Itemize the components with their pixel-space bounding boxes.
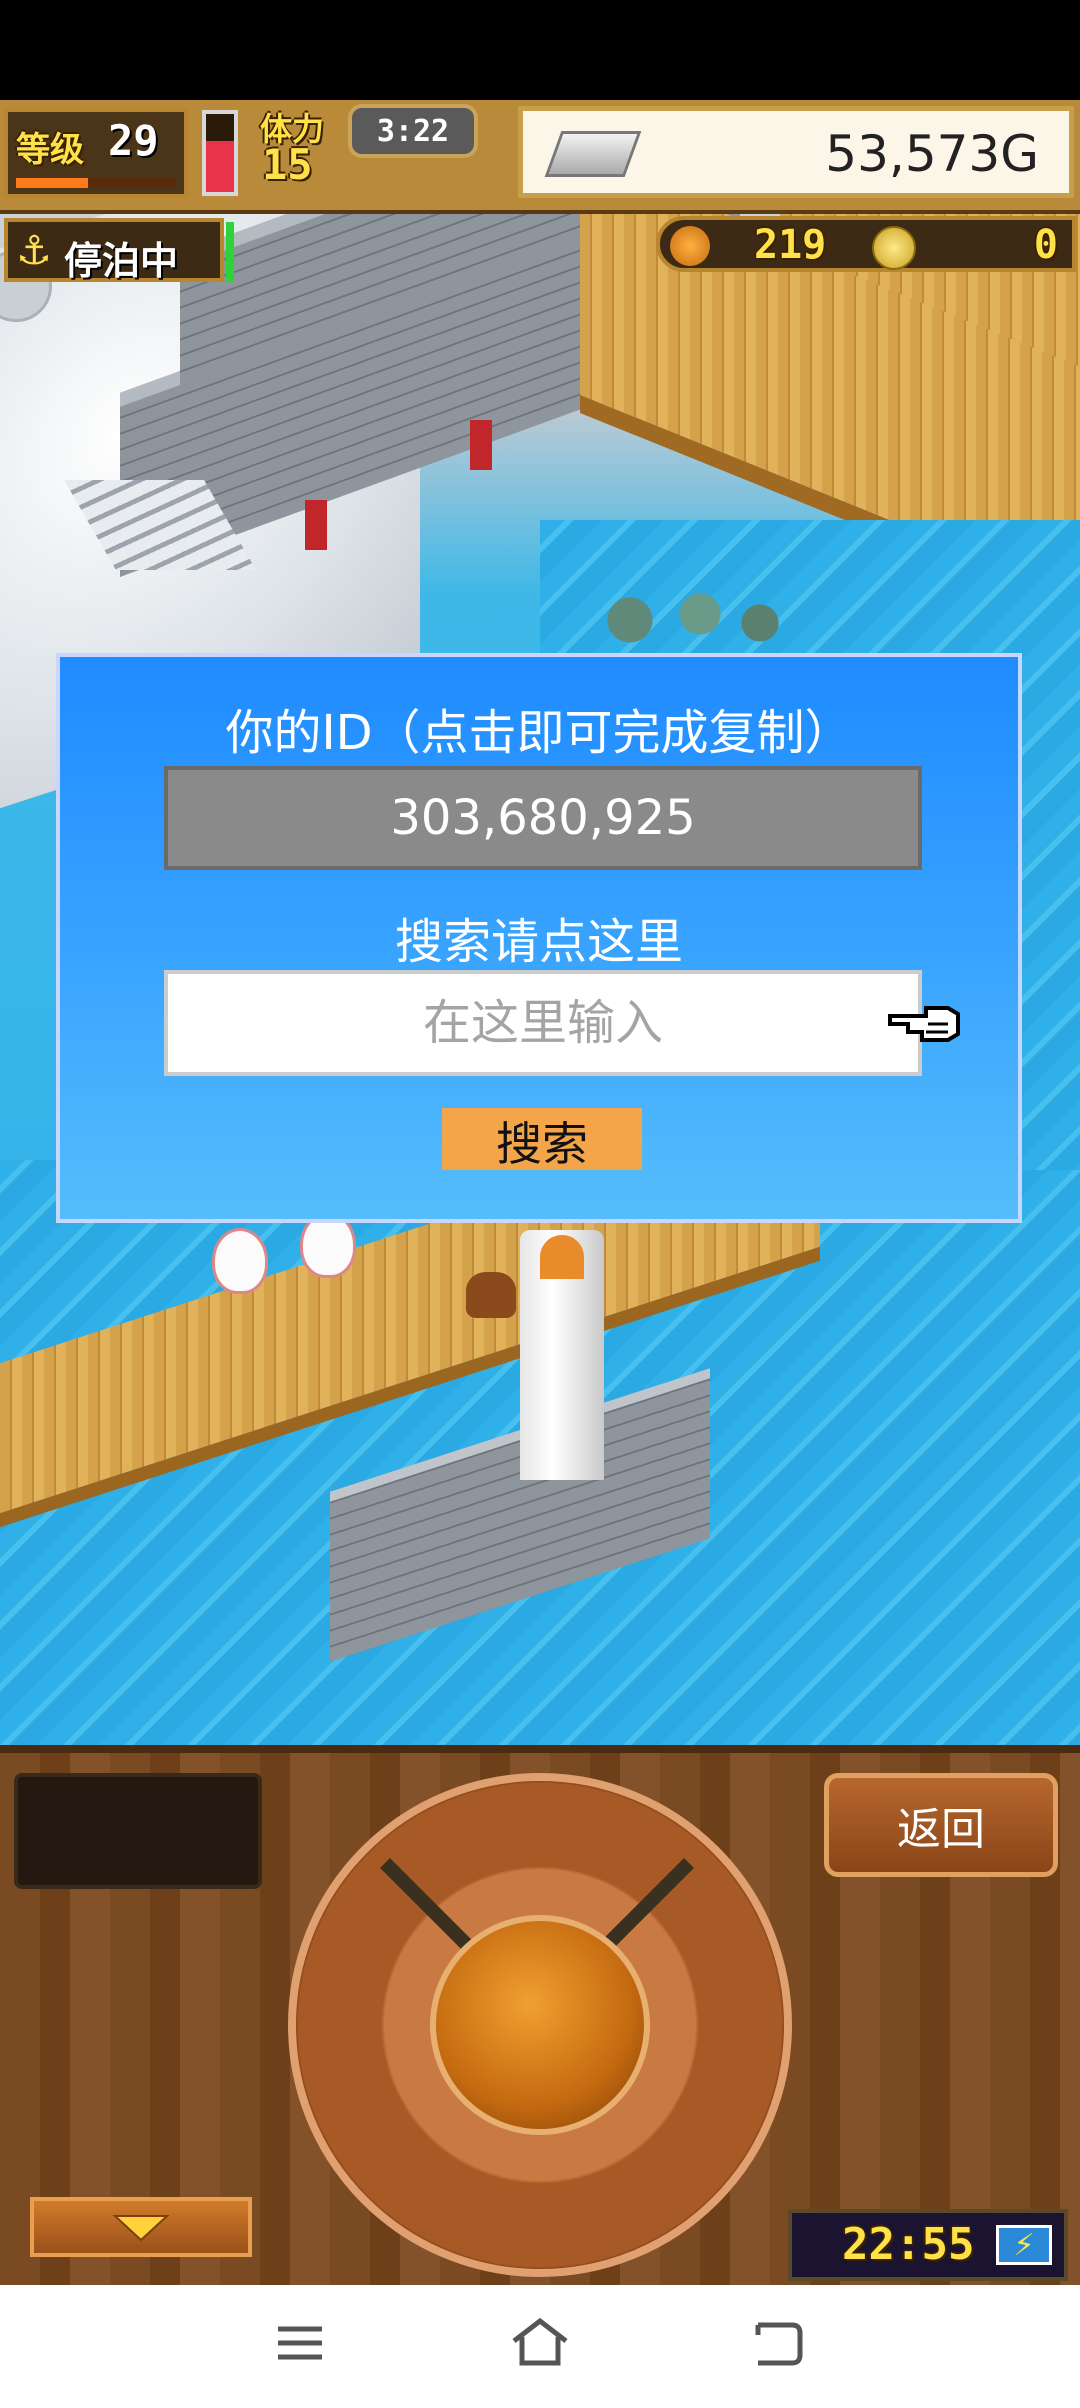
back-icon[interactable] — [752, 2319, 804, 2367]
id-search-dialog: 你的ID（点击即可完成复制） 303,680,925 搜索请点这里 搜索 — [56, 653, 1022, 1223]
level-progress-fill — [16, 178, 88, 188]
egg[interactable] — [212, 1228, 268, 1294]
docked-indicator — [226, 222, 234, 282]
coin-icon — [872, 226, 916, 270]
level-progress-track — [16, 178, 176, 188]
gold-panel: 53,573G — [518, 106, 1074, 198]
control-panel: 返回 22:55 ⚡ — [0, 1745, 1080, 2285]
back-button-label: 返回 — [897, 1804, 985, 1855]
level-value: 29 — [108, 116, 159, 165]
id-title: 你的ID（点击即可完成复制） — [225, 705, 853, 761]
medal-coin-panel: 219 0 — [656, 216, 1076, 272]
silver-bar-icon — [544, 131, 642, 177]
timer-box: 3:22 — [348, 104, 478, 158]
player-id-copy-box[interactable]: 303,680,925 — [164, 766, 922, 870]
back-button[interactable]: 返回 — [824, 1773, 1058, 1877]
stamina-value: 15 — [262, 140, 313, 189]
medal-icon — [670, 226, 710, 266]
anchor-icon: ⚓ — [16, 228, 52, 274]
clock-panel: 22:55 ⚡ — [788, 2209, 1068, 2281]
status-bar — [0, 0, 1080, 100]
monster-character[interactable] — [466, 1272, 516, 1318]
search-button[interactable]: 搜索 — [442, 1108, 642, 1171]
search-title: 搜索请点这里 — [394, 914, 683, 970]
system-nav-bar — [0, 2285, 1080, 2408]
direction-pad[interactable] — [288, 1773, 792, 2277]
medal-count: 219 — [754, 222, 827, 268]
dpad-center-button[interactable] — [430, 1915, 650, 2135]
search-input[interactable] — [164, 970, 922, 1076]
rocks — [590, 590, 790, 650]
stamina-gauge — [202, 110, 238, 196]
banner — [470, 420, 492, 470]
docked-label: 停泊中 — [64, 239, 179, 283]
timer-text: 3:22 — [376, 113, 450, 149]
docked-status[interactable]: ⚓ 停泊中 — [4, 218, 224, 283]
lighthouse-lamp — [540, 1235, 584, 1279]
pointing-hand-icon — [886, 992, 966, 1052]
arrow-down-icon — [112, 2215, 170, 2242]
battery-charging-icon: ⚡ — [996, 2225, 1052, 2265]
level-label: 等级 — [16, 130, 84, 170]
banner — [305, 500, 327, 550]
menu-icon[interactable] — [276, 2323, 324, 2363]
stamina-gauge-fill — [206, 141, 234, 192]
clock-text: 22:55 — [842, 2219, 975, 2270]
level-panel: 等级 29 — [4, 108, 188, 198]
coin-count: 0 — [1033, 222, 1058, 268]
home-icon[interactable] — [510, 2317, 570, 2367]
empty-slot — [14, 1773, 262, 1889]
gold-amount: 53,573G — [825, 125, 1039, 183]
menu-toggle-button[interactable] — [30, 2197, 252, 2257]
